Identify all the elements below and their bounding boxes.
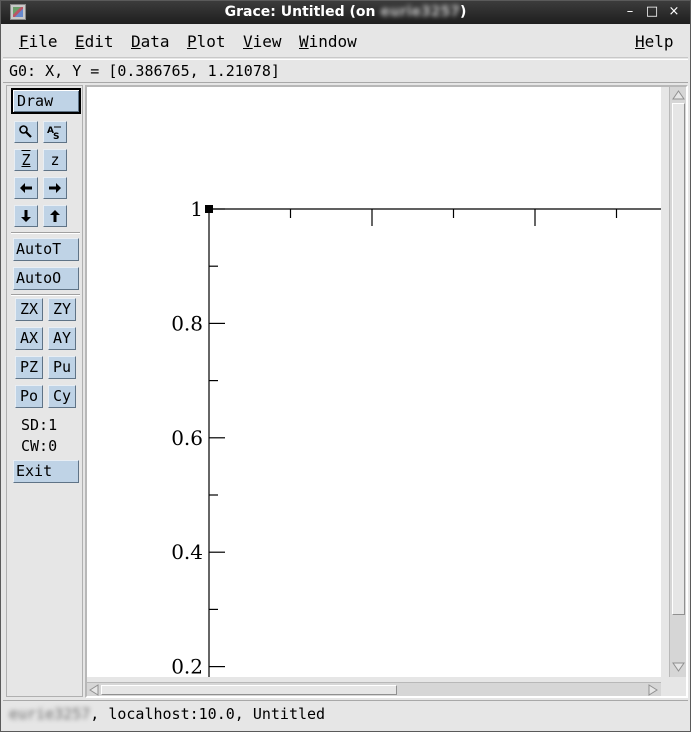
tool-panel: Draw A S Z z AutoT AutoO ZX ZY AX AY PZ … [6,85,83,697]
scroll-down-button[interactable] [14,205,38,227]
vertical-scrollbar[interactable] [669,87,686,677]
scroll-left-arrow-icon[interactable] [88,684,100,696]
autoscale-text-button[interactable]: A S [43,121,67,143]
horizontal-scrollbar[interactable] [87,682,661,696]
status-host-blurred: eurie3257 [9,705,91,723]
scroll-down-arrow-icon[interactable] [672,661,685,673]
maximize-button[interactable]: □ [644,4,660,20]
zy-button[interactable]: ZY [48,298,76,321]
y-tick-label: 1 [190,197,203,221]
zoom-out-button[interactable]: z [43,149,67,171]
y-tick-label: 0.4 [171,540,203,564]
y-tick-label: 0.2 [171,655,203,677]
menu-bar: File Edit Data Plot View Window Help [3,26,688,58]
menu-edit[interactable]: Edit [75,32,114,51]
arrow-left-icon [20,183,32,193]
window-title: Grace: Untitled (on eurie3257) [224,4,467,20]
menu-view[interactable]: View [243,32,282,51]
close-button[interactable]: × [666,4,682,20]
graph-focus-marker[interactable] [205,205,213,213]
x-axis-top [209,208,661,226]
zoom-button[interactable] [14,121,38,143]
menu-plot[interactable]: Plot [187,32,226,51]
locator-readout: G0: X, Y = [0.386765, 1.21078] [3,59,688,83]
set-display-readout: SD:1 [21,416,58,434]
zoom-in-button[interactable]: Z [14,149,38,171]
scroll-up-button[interactable] [43,205,67,227]
arrow-down-icon [21,210,31,222]
autot-button[interactable]: AutoT [13,238,79,261]
title-bar[interactable]: Grace: Untitled (on eurie3257) – □ × [1,1,690,24]
hostname-blurred: eurie3257 [380,4,460,20]
zx-button[interactable]: ZX [15,298,43,321]
cy-button[interactable]: Cy [48,385,76,408]
menu-file[interactable]: File [19,32,58,51]
po-button[interactable]: Po [15,385,43,408]
menu-help[interactable]: Help [635,32,674,51]
ax-button[interactable]: AX [15,327,43,350]
scroll-left-button[interactable] [14,177,38,199]
draw-button[interactable]: Draw [11,88,81,114]
current-world-readout: CW:0 [21,437,58,455]
arrow-up-icon [50,210,60,222]
scroll-right-arrow-icon[interactable] [647,684,659,696]
vertical-scroll-thumb[interactable] [672,103,685,615]
status-bar: eurie3257, localhost:10.0, Untitled [3,700,688,728]
exit-button[interactable]: Exit [13,460,79,483]
magnifier-icon [19,125,32,138]
scroll-up-arrow-icon[interactable] [672,89,685,101]
grace-window: Grace: Untitled (on eurie3257) – □ × Fil… [0,0,691,732]
ay-button[interactable]: AY [48,327,76,350]
pu-button[interactable]: Pu [48,356,76,379]
y-axis: 1 0.8 0.6 0.4 0.2 [171,197,225,677]
svg-text:S: S [53,132,59,140]
menu-window[interactable]: Window [299,32,357,51]
divider [11,294,80,296]
menu-data[interactable]: Data [131,32,170,51]
scroll-right-button[interactable] [43,177,67,199]
arrow-right-icon [49,183,61,193]
divider [11,232,80,234]
autoo-button[interactable]: AutoO [13,267,79,290]
y-tick-label: 0.6 [171,426,203,450]
autoscale-text-icon: A S [47,126,61,140]
minimize-button[interactable]: – [622,4,638,20]
pz-button[interactable]: PZ [15,356,43,379]
y-tick-label: 0.8 [171,311,203,335]
horizontal-scroll-thumb[interactable] [101,685,397,695]
plot-canvas[interactable]: 1 0.8 0.6 0.4 0.2 [87,87,661,677]
graph-plot: 1 0.8 0.6 0.4 0.2 [171,197,661,677]
status-text: , localhost:10.0, Untitled [90,705,326,723]
